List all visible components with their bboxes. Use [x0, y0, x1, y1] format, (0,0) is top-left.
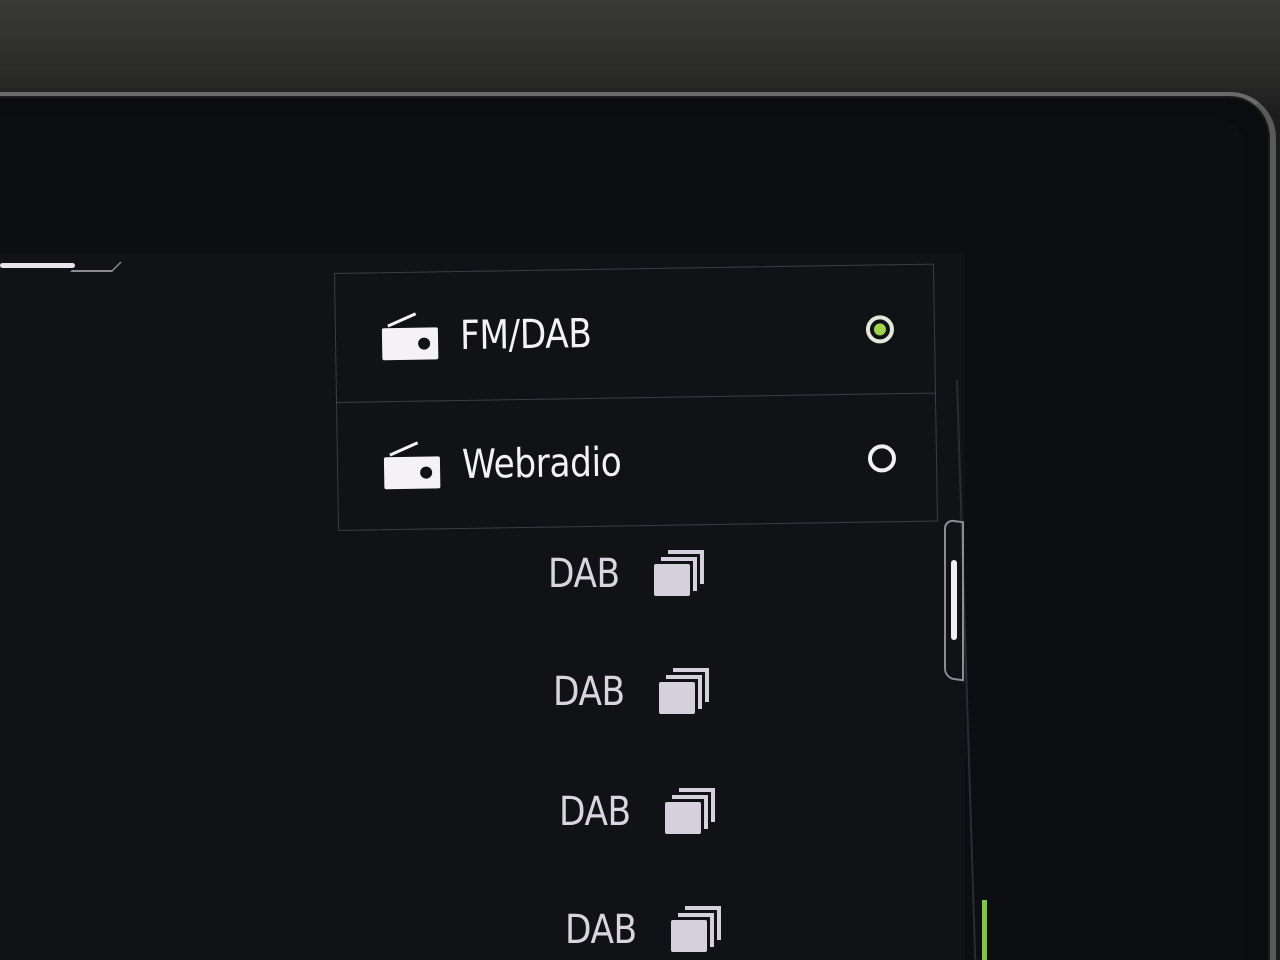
station-label: DAB	[565, 907, 637, 953]
station-item[interactable]: DAB	[553, 668, 713, 716]
radio-icon	[383, 440, 441, 489]
scroll-thumb[interactable]	[951, 560, 957, 640]
station-label: DAB	[548, 551, 620, 597]
radio-button-selected[interactable]	[865, 315, 895, 344]
source-label: FM/DAB	[459, 310, 592, 360]
source-label: Webradio	[461, 439, 622, 488]
source-item-fm-dab[interactable]: FM/DAB	[335, 265, 935, 402]
station-item[interactable]: DAB	[559, 788, 719, 836]
stack-icon	[671, 906, 725, 954]
stack-icon	[659, 668, 713, 716]
radio-icon	[381, 312, 439, 361]
station-label: DAB	[553, 669, 625, 715]
station-item[interactable]: DAB	[565, 906, 725, 954]
station-item[interactable]: DAB	[548, 550, 708, 598]
station-label: DAB	[559, 789, 631, 835]
radio-button[interactable]	[867, 443, 897, 473]
accent-edge	[982, 900, 987, 960]
source-item-webradio[interactable]: Webradio	[337, 392, 937, 530]
stack-icon	[654, 550, 708, 598]
scene: FM/DAB Webradio DAB DAB DAB DAB	[0, 0, 1280, 960]
tab-indicator	[0, 263, 75, 268]
stack-icon	[665, 788, 719, 836]
source-list: FM/DAB Webradio	[334, 263, 938, 531]
